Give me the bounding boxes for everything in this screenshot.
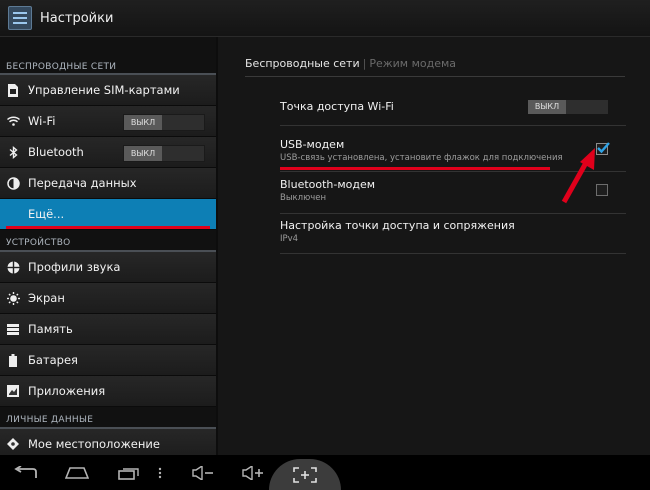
battery-icon [6, 353, 20, 367]
toggle-state: ВЫКЛ [124, 115, 162, 130]
app-title: Настройки [40, 10, 114, 26]
sidebar-item-label: Батарея [28, 353, 78, 367]
wifi-icon [6, 114, 20, 128]
back-icon[interactable] [8, 455, 44, 490]
section-header-wireless: БЕСПРОВОДНЫЕ СЕТИ [0, 37, 216, 75]
sidebar-item-label: Память [28, 322, 73, 336]
toggle-state: ВЫКЛ [124, 146, 162, 161]
home-icon[interactable] [62, 455, 92, 490]
location-icon [6, 437, 20, 451]
screen-capture-icon [293, 467, 317, 483]
sim-card-icon [6, 83, 20, 97]
section-header-device: УСТРОЙСТВО [0, 230, 216, 252]
sound-icon [6, 260, 20, 274]
sidebar-item-label: Мое местоположение [28, 437, 160, 451]
sidebar-item-label: Ещё... [28, 207, 65, 221]
data-usage-icon [6, 176, 20, 190]
action-bar: Настройки [0, 0, 650, 37]
red-arrow-icon [561, 148, 595, 204]
wifi-toggle[interactable]: ВЫКЛ [123, 114, 205, 131]
volume-down-icon[interactable] [188, 455, 218, 490]
tab-tethering[interactable]: Режим модема [369, 57, 456, 70]
sidebar-item-label: Экран [28, 291, 65, 305]
sidebar-item-data-usage[interactable]: Передача данных [0, 168, 216, 199]
sidebar-item-label: Приложения [28, 384, 106, 398]
sidebar-item-label: Bluetooth [28, 145, 84, 159]
settings-detail: Беспроводные сети | Режим модема Точка дос… [218, 37, 650, 455]
sidebar-item-display[interactable]: Экран [0, 283, 216, 314]
sidebar-item-apps[interactable]: Приложения [0, 376, 216, 407]
sidebar-item-label: Профили звука [28, 260, 121, 274]
setting-subtitle: IPv4 [280, 234, 299, 244]
setting-title: Настройка точки доступа и сопряжения [280, 219, 515, 232]
highlight-underline [280, 167, 550, 170]
sidebar-item-label: Передача данных [28, 176, 137, 190]
sidebar-item-wifi[interactable]: Wi-Fi ВЫКЛ [0, 106, 216, 137]
divider [245, 76, 625, 77]
sidebar-item-sim[interactable]: Управление SIM-картами [0, 75, 216, 106]
sidebar-item-sound[interactable]: Профили звука [0, 252, 216, 283]
sidebar-item-storage[interactable]: Память [0, 314, 216, 345]
breadcrumb-separator: | [362, 57, 367, 70]
sidebar-item-label: Управление SIM-картами [28, 83, 180, 97]
tab-wireless-networks[interactable]: Беспроводные сети [245, 57, 360, 70]
setting-hotspot-config[interactable]: Настройка точки доступа и сопряжения IPv… [280, 219, 626, 254]
recent-apps-icon[interactable] [114, 455, 144, 490]
bluetooth-toggle[interactable]: ВЫКЛ [123, 145, 205, 162]
settings-sidebar: БЕСПРОВОДНЫЕ СЕТИ Управление SIM-картами… [0, 37, 216, 460]
sidebar-item-bluetooth[interactable]: Bluetooth ВЫКЛ [0, 137, 216, 168]
screenshot-icon[interactable] [152, 455, 168, 490]
section-header-personal: ЛИЧНЫЕ ДАННЫЕ [0, 407, 216, 429]
setting-wifi-hotspot[interactable]: Точка доступа Wi-Fi ВЫКЛ [280, 100, 626, 126]
sidebar-item-label: Wi-Fi [28, 114, 56, 128]
display-icon [6, 291, 20, 305]
toggle-state: ВЫКЛ [528, 100, 566, 114]
breadcrumb: Беспроводные сети | Режим модема [245, 57, 456, 70]
volume-up-icon[interactable] [238, 455, 268, 490]
wifi-hotspot-toggle[interactable]: ВЫКЛ [528, 100, 608, 114]
highlight-underline [6, 226, 210, 229]
sidebar-item-battery[interactable]: Батарея [0, 345, 216, 376]
settings-sliders-icon[interactable] [8, 6, 32, 30]
bluetooth-icon [6, 145, 20, 159]
storage-icon [6, 322, 20, 336]
apps-icon [6, 384, 20, 398]
